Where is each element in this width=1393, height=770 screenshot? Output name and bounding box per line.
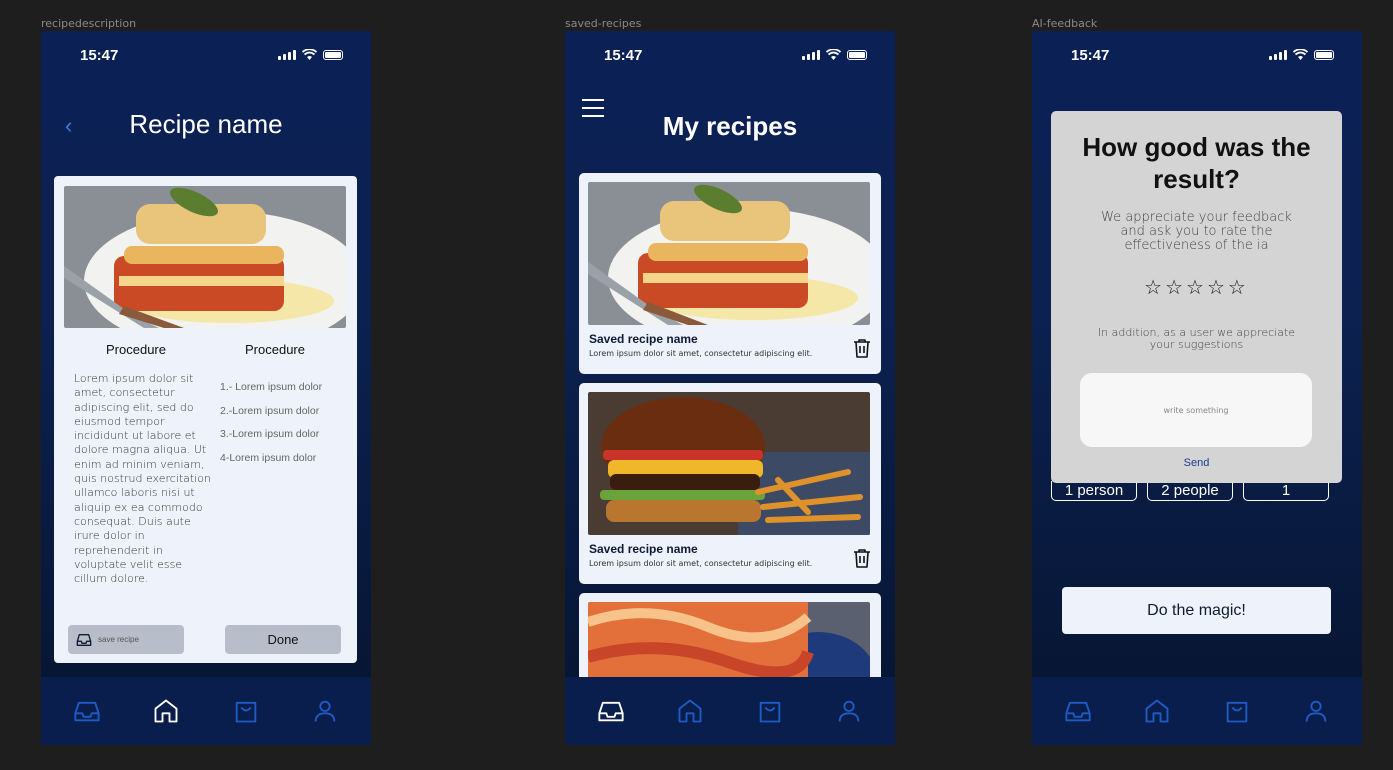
tab-profile[interactable] [829, 691, 869, 731]
battery-icon [1314, 49, 1334, 60]
tab-home[interactable] [670, 691, 710, 731]
people-chips: 1 person 2 people 1 [1051, 481, 1329, 501]
recipe-description: Lorem ipsum dolor sit amet, consectetur … [74, 372, 211, 586]
chip-one-person[interactable]: 1 person [1051, 481, 1137, 501]
chip-other[interactable]: 1 [1243, 481, 1329, 501]
status-time: 15:47 [1071, 47, 1110, 64]
step-item: 3.-Lorem ipsum dolor [220, 428, 320, 440]
status-bar: 15:47 [565, 31, 895, 77]
inbox-icon [598, 701, 624, 722]
status-bar: 15:47 [41, 31, 371, 77]
recipe-name: Saved recipe name [589, 542, 698, 556]
tab-inbox[interactable] [67, 691, 107, 731]
tab-bar [41, 677, 371, 745]
status-bar: 15:47 [1032, 31, 1362, 77]
signal-icon [1269, 49, 1287, 60]
recipe-description-screen: 15:47 ‹ Recipe name Procedure Procedure … [41, 31, 371, 745]
save-recipe-button[interactable]: save recipe [68, 625, 184, 654]
battery-icon [323, 49, 343, 60]
suggestion-input[interactable]: write something [1080, 373, 1312, 447]
page-title: Recipe name [129, 109, 283, 139]
recipe-card[interactable]: Saved recipe name Lorem ipsum dolor sit … [579, 383, 881, 584]
tab-home[interactable] [146, 691, 186, 731]
ai-feedback-screen: 15:47 1 person 2 people 1 How good was t… [1032, 31, 1362, 745]
tab-profile[interactable] [1296, 691, 1336, 731]
status-time: 15:47 [80, 47, 119, 64]
recipe-desc: Lorem ipsum dolor sit amet, consectetur … [589, 559, 813, 568]
star-rating[interactable]: ☆☆☆☆☆ [1051, 275, 1342, 300]
wifi-icon [302, 49, 317, 60]
status-time: 15:47 [604, 47, 643, 64]
user-icon [838, 700, 860, 722]
tab-bar [565, 677, 895, 745]
do-magic-button[interactable]: Do the magic! [1062, 587, 1331, 634]
tab-shop[interactable] [1217, 691, 1257, 731]
suggestion-text: In addition, as a user we appreciate you… [1097, 326, 1296, 351]
done-button[interactable]: Done [225, 625, 341, 654]
recipe-card: Procedure Procedure Lorem ipsum dolor si… [54, 176, 357, 663]
burger-photo [588, 392, 870, 535]
trash-icon[interactable] [853, 548, 871, 568]
feedback-modal: How good was the result? We appreciate y… [1051, 111, 1342, 483]
signal-icon [278, 49, 296, 60]
frame-label: recipedescription [41, 17, 137, 30]
chip-two-people[interactable]: 2 people [1147, 481, 1233, 501]
save-recipe-label: save recipe [98, 635, 139, 644]
send-button[interactable]: Send [1051, 457, 1342, 469]
home-icon [154, 699, 178, 723]
tab-bar [1032, 677, 1362, 745]
saved-recipes-screen: 15:47 My recipes Saved recipe name Lorem… [565, 31, 895, 745]
shopping-bag-icon [235, 701, 257, 723]
procedure-heading: Procedure [106, 342, 166, 357]
inbox-icon [76, 633, 92, 646]
tab-inbox[interactable] [1058, 691, 1098, 731]
wifi-icon [1293, 49, 1308, 60]
lasagna-photo [64, 186, 346, 328]
step-item: 4-Lorem ipsum dolor [220, 451, 317, 464]
tab-profile[interactable] [305, 691, 345, 731]
home-icon [678, 699, 702, 723]
shopping-bag-icon [759, 701, 781, 723]
signal-icon [802, 49, 820, 60]
procedure-heading: Procedure [245, 342, 305, 357]
wifi-icon [826, 49, 841, 60]
tab-shop[interactable] [226, 691, 266, 731]
page-title: My recipes [662, 111, 798, 141]
step-item: 2.-Lorem ipsum dolor [220, 404, 320, 417]
lasagna-photo [588, 182, 870, 325]
user-icon [1305, 700, 1327, 722]
trash-icon[interactable] [853, 338, 871, 358]
home-icon [1145, 699, 1169, 723]
recipe-name: Saved recipe name [589, 332, 698, 346]
inbox-icon [1065, 701, 1091, 722]
recipe-desc: Lorem ipsum dolor sit amet, consectetur … [589, 349, 813, 358]
tab-home[interactable] [1137, 691, 1177, 731]
tab-inbox[interactable] [591, 691, 631, 731]
steps-list: 1.- Lorem ipsum dolor 2.-Lorem ipsum dol… [220, 376, 322, 470]
shopping-bag-icon [1226, 701, 1248, 723]
modal-subtitle: We appreciate your feedback and ask you … [1101, 210, 1292, 253]
recipe-card[interactable]: Saved recipe name Lorem ipsum dolor sit … [579, 173, 881, 374]
modal-title: How good was the result? [1082, 132, 1311, 194]
step-item: 1.- Lorem ipsum dolor [220, 381, 323, 393]
user-icon [314, 700, 336, 722]
frame-label: saved-recipes [565, 17, 642, 30]
tab-shop[interactable] [750, 691, 790, 731]
battery-icon [847, 49, 867, 60]
frame-label: AI-feedback [1032, 17, 1098, 30]
inbox-icon [74, 701, 100, 722]
